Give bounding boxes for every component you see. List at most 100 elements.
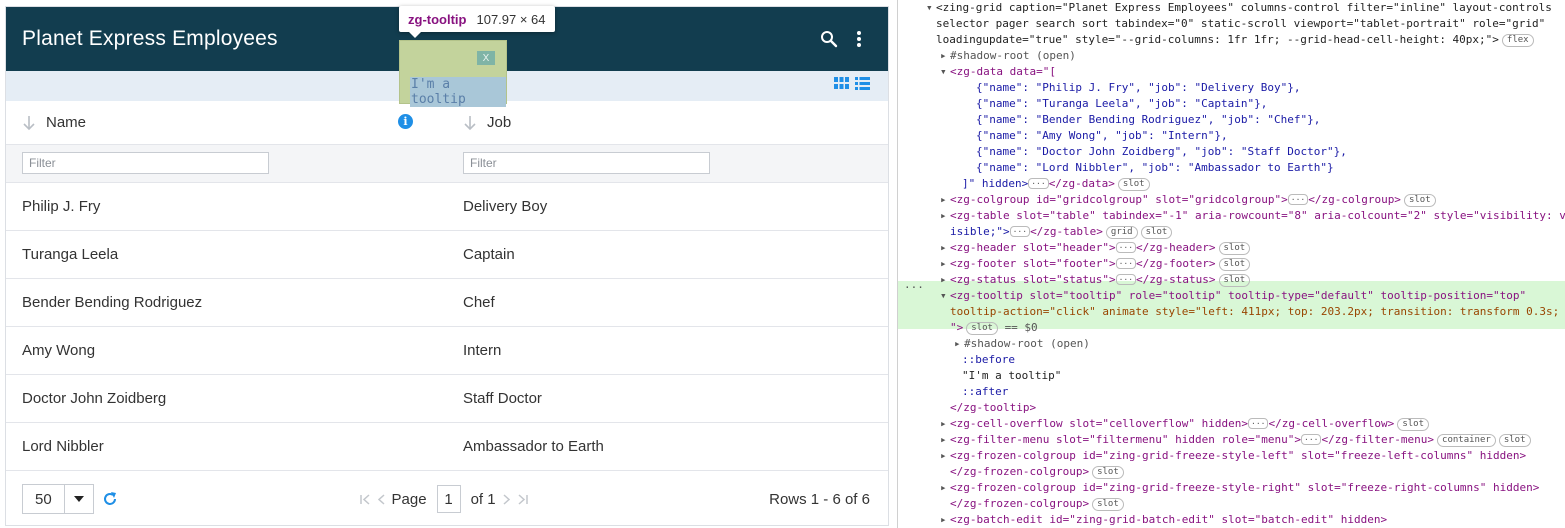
info-icon[interactable]: i: [398, 114, 413, 129]
filter-input-job[interactable]: [463, 152, 710, 174]
dom-node: tooltip-action="click" animate style="le…: [950, 305, 1560, 318]
more-vert-icon[interactable]: [846, 26, 872, 52]
page-input[interactable]: 1: [436, 485, 461, 513]
table-row[interactable]: Lord Nibbler Ambassador to Earth: [6, 423, 888, 471]
dom-node[interactable]: ▸ <zg-frozen-colgroup id="zing-grid-freez…: [898, 480, 1565, 496]
table-row[interactable]: Turanga Leela Captain: [6, 231, 888, 279]
dom-node[interactable]: ▸ <zg-frozen-colgroup id="zing-grid-freez…: [898, 448, 1565, 464]
pseudo-element[interactable]: ::before: [898, 352, 1565, 368]
cell-name[interactable]: Lord Nibbler: [6, 423, 447, 470]
inspector-tag: zg-tooltip: [408, 11, 467, 27]
cell-name[interactable]: Turanga Leela: [6, 231, 447, 278]
inspector-label: zg-tooltip 107.97 × 64: [399, 6, 555, 38]
cell-job[interactable]: Staff Doctor: [447, 375, 888, 422]
cell-job[interactable]: Captain: [447, 231, 888, 278]
dom-node: "> slot == $0: [950, 321, 1038, 335]
arrow-down-icon[interactable]: [22, 115, 36, 131]
filter-input-name[interactable]: [22, 152, 269, 174]
cell-name[interactable]: Philip J. Fry: [6, 183, 447, 230]
current-node-ref: == $0: [1004, 321, 1038, 334]
grid-badge[interactable]: grid: [1105, 226, 1138, 239]
dom-node: </zg-frozen-colgroup> slot: [898, 464, 1565, 480]
dom-node[interactable]: ▸ <zg-cell-overflow slot="celloverflow" h…: [898, 416, 1565, 432]
dom-node[interactable]: ▸ <zg-table slot="table" tabindex="-1" ar…: [898, 208, 1565, 224]
slot-badge[interactable]: slot: [1218, 242, 1251, 255]
caret-down-icon[interactable]: [65, 496, 93, 502]
dom-node: </zg-frozen-colgroup> slot: [898, 496, 1565, 512]
dom-text: {"name": "Turanga Leela", "job": "Captai…: [976, 97, 1268, 110]
dom-node: selector pager search sort tabindex="0" …: [936, 17, 1546, 30]
slot-badge[interactable]: slot: [1218, 258, 1251, 271]
dom-text: {"name": "Lord Nibbler", "job": "Ambassa…: [976, 161, 1334, 174]
dom-text: {"name": "Amy Wong", "job": "Intern"},: [976, 129, 1228, 142]
page-navigation: Page 1 of 1: [118, 485, 769, 513]
last-page-icon[interactable]: [516, 493, 528, 505]
cell-name[interactable]: Amy Wong: [6, 327, 447, 374]
dom-text: {"name": "Doctor John Zoidberg", "job": …: [976, 145, 1347, 158]
node-actions-icon[interactable]: ···: [904, 281, 924, 294]
cell-job[interactable]: Chef: [447, 279, 888, 326]
container-badge[interactable]: container: [1437, 434, 1496, 447]
cell-job[interactable]: Delivery Boy: [447, 183, 888, 230]
dom-node[interactable]: ▸ <zg-colgroup id="gridcolgroup" slot="gr…: [898, 192, 1565, 208]
cell-job[interactable]: Ambassador to Earth: [447, 423, 888, 470]
table-row[interactable]: Doctor John Zoidberg Staff Doctor: [6, 375, 888, 423]
slot-badge[interactable]: slot: [1498, 434, 1531, 447]
table-row[interactable]: Amy Wong Intern: [6, 327, 888, 375]
slot-badge[interactable]: slot: [1117, 178, 1150, 191]
slot-badge[interactable]: slot: [966, 322, 998, 335]
devtools-elements-panel: ▾ <zing-grid caption="Planet Express Empl…: [897, 0, 1565, 528]
pseudo-element[interactable]: ::after: [898, 384, 1565, 400]
arrow-down-icon[interactable]: [463, 115, 477, 131]
cell-name[interactable]: Bender Bending Rodriguez: [6, 279, 447, 326]
tooltip: X I'm a tooltip: [399, 40, 507, 107]
dom-node[interactable]: ▸ <zg-status slot="status"> ··· </zg-status…: [898, 272, 1565, 288]
column-header-job[interactable]: Job: [447, 101, 888, 144]
dom-node[interactable]: ▸ <zg-footer slot="footer"> ··· </zg-footer…: [898, 256, 1565, 272]
slot-badge[interactable]: slot: [1140, 226, 1173, 239]
prev-page-icon[interactable]: [377, 493, 386, 505]
tooltip-close-button[interactable]: X: [477, 51, 495, 65]
filter-cell: [447, 145, 888, 182]
shadow-root[interactable]: ▸ #shadow-root (open): [898, 336, 1565, 352]
slot-badge[interactable]: slot: [1092, 466, 1124, 479]
dom-node: </zg-tooltip>: [950, 401, 1037, 414]
slot-badge[interactable]: slot: [1092, 498, 1124, 511]
dom-node: isible;"> ··· </zg-table> grid slot: [898, 224, 1565, 240]
grid-body: Philip J. Fry Delivery Boy Turanga Leela…: [6, 183, 888, 471]
shadow-root[interactable]: ▸ #shadow-root (open): [898, 48, 1565, 64]
column-label: Name: [46, 114, 87, 131]
column-label: Job: [487, 114, 512, 131]
list-view-icon[interactable]: [855, 77, 870, 95]
first-page-icon[interactable]: [359, 493, 372, 505]
dom-node: ]" hidden> ··· </zg-data> slot: [898, 176, 1565, 192]
refresh-icon[interactable]: [102, 491, 118, 507]
dom-node[interactable]: ▾ <zing-grid caption="Planet Express Empl…: [898, 0, 1565, 16]
page-size-value: 50: [23, 485, 65, 513]
cell-name[interactable]: Doctor John Zoidberg: [6, 375, 447, 422]
dom-text: "I'm a tooltip": [962, 369, 1062, 382]
inspector-dims: 107.97 × 64: [476, 11, 546, 27]
column-header-name[interactable]: Name i: [6, 101, 447, 144]
dom-node[interactable]: ▾ <zg-data data="[: [898, 64, 1565, 80]
rows-count: Rows 1 - 6 of 6: [769, 490, 870, 508]
dom-node: loadingupdate="true" style="--grid-colum…: [898, 32, 1565, 48]
dom-node[interactable]: ▸ <zg-batch-edit id="zing-grid-batch-edit…: [898, 512, 1565, 528]
dom-node-selected[interactable]: ▾ <zg-tooltip slot="tooltip" role="toolti…: [898, 288, 1565, 304]
page-label: Page: [391, 490, 427, 508]
slot-badge[interactable]: slot: [1403, 194, 1436, 207]
cell-job[interactable]: Intern: [447, 327, 888, 374]
table-row[interactable]: Bender Bending Rodriguez Chef: [6, 279, 888, 327]
slot-badge[interactable]: slot: [1397, 418, 1429, 431]
next-page-icon[interactable]: [502, 493, 510, 505]
page-total: of 1: [470, 490, 496, 508]
slot-badge[interactable]: slot: [1218, 274, 1251, 287]
table-row[interactable]: Philip J. Fry Delivery Boy: [6, 183, 888, 231]
search-icon[interactable]: [816, 26, 842, 52]
dom-node[interactable]: ▸ <zg-header slot="header"> ··· </zg-header…: [898, 240, 1565, 256]
tooltip-text: I'm a tooltip: [410, 77, 506, 107]
flex-badge[interactable]: flex: [1501, 34, 1534, 47]
page-size-select[interactable]: 50: [22, 484, 94, 514]
dom-node[interactable]: ▸ <zg-filter-menu slot="filtermenu" hidde…: [898, 432, 1565, 448]
grid-view-icon[interactable]: [834, 77, 849, 95]
